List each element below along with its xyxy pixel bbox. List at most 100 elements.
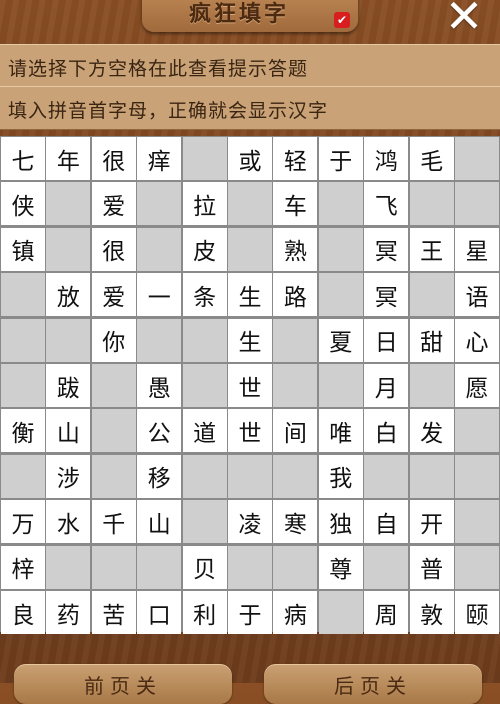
grid-cell-block[interactable] (182, 318, 227, 362)
grid-cell-letter[interactable]: 飞 (364, 182, 409, 226)
grid-cell-letter[interactable]: 道 (182, 409, 227, 453)
grid-cell-letter[interactable]: 月 (364, 364, 409, 407)
grid-cell-block[interactable] (409, 182, 454, 226)
grid-cell-letter[interactable]: 或 (228, 137, 272, 180)
grid-cell-letter[interactable]: 涉 (46, 454, 91, 498)
grid-cell-block[interactable] (228, 545, 272, 589)
grid-cell-letter[interactable]: 凌 (228, 500, 272, 544)
grid-cell-letter[interactable]: 王 (409, 227, 454, 271)
grid-cell-letter[interactable]: 夏 (318, 318, 363, 362)
grid-cell-letter[interactable]: 愚 (137, 364, 182, 407)
grid-cell-letter[interactable]: 于 (318, 137, 363, 180)
grid-cell-letter[interactable]: 冥 (364, 227, 409, 271)
grid-cell-block[interactable] (46, 545, 91, 589)
grid-cell-letter[interactable]: 发 (409, 409, 454, 453)
grid-cell-letter[interactable]: 山 (137, 500, 182, 544)
grid-cell-letter[interactable]: 车 (273, 182, 318, 226)
grid-cell-block[interactable] (1, 364, 45, 407)
grid-cell-block[interactable] (364, 454, 409, 498)
grid-cell-letter[interactable]: 日 (364, 318, 409, 362)
grid-cell-block[interactable] (273, 454, 318, 498)
grid-cell-letter[interactable]: 镇 (1, 227, 45, 271)
grid-cell-letter[interactable]: 毛 (409, 137, 454, 180)
grid-cell-letter[interactable]: 间 (273, 409, 318, 453)
grid-cell-block[interactable] (91, 409, 136, 453)
grid-cell-block[interactable] (318, 227, 363, 271)
grid-cell-block[interactable] (455, 500, 499, 544)
grid-cell-block[interactable] (228, 182, 272, 226)
grid-cell-letter[interactable]: 路 (273, 273, 318, 317)
grid-cell-letter[interactable]: 语 (455, 273, 499, 317)
grid-cell-block[interactable] (273, 364, 318, 407)
grid-cell-letter[interactable]: 痒 (137, 137, 182, 180)
grid-cell-block[interactable] (182, 137, 227, 180)
grid-cell-letter[interactable]: 水 (46, 500, 91, 544)
grid-cell-letter[interactable]: 一 (137, 273, 182, 317)
grid-cell-block[interactable] (455, 545, 499, 589)
grid-cell-block[interactable] (137, 182, 182, 226)
grid-cell-block[interactable] (46, 318, 91, 362)
grid-cell-letter[interactable]: 山 (46, 409, 91, 453)
grid-cell-letter[interactable]: 千 (91, 500, 136, 544)
grid-cell-block[interactable] (318, 182, 363, 226)
grid-cell-letter[interactable]: 放 (46, 273, 91, 317)
grid-cell-letter[interactable]: 药 (46, 591, 91, 634)
grid-cell-block[interactable] (318, 591, 363, 634)
grid-cell-block[interactable] (137, 545, 182, 589)
grid-cell-letter[interactable]: 很 (91, 137, 136, 180)
grid-cell-block[interactable] (318, 364, 363, 407)
grid-cell-letter[interactable]: 贝 (182, 545, 227, 589)
grid-cell-block[interactable] (182, 364, 227, 407)
grid-cell-letter[interactable]: 尊 (318, 545, 363, 589)
grid-cell-block[interactable] (364, 545, 409, 589)
grid-cell-block[interactable] (318, 273, 363, 317)
grid-cell-letter[interactable]: 普 (409, 545, 454, 589)
grid-cell-letter[interactable]: 生 (228, 273, 272, 317)
grid-cell-letter[interactable]: 星 (455, 227, 499, 271)
grid-cell-letter[interactable]: 你 (91, 318, 136, 362)
grid-cell-letter[interactable]: 心 (455, 318, 499, 362)
grid-cell-letter[interactable]: 病 (273, 591, 318, 634)
grid-cell-block[interactable] (91, 454, 136, 498)
grid-cell-block[interactable] (273, 318, 318, 362)
grid-cell-block[interactable] (409, 364, 454, 407)
grid-cell-letter[interactable]: 苦 (91, 591, 136, 634)
grid-cell-block[interactable] (455, 409, 499, 453)
grid-cell-letter[interactable]: 拉 (182, 182, 227, 226)
grid-cell-letter[interactable]: 条 (182, 273, 227, 317)
grid-cell-letter[interactable]: 爱 (91, 182, 136, 226)
grid-cell-block[interactable] (1, 273, 45, 317)
grid-cell-letter[interactable]: 七 (1, 137, 45, 180)
close-button[interactable]: ✕ (438, 0, 490, 39)
grid-cell-letter[interactable]: 利 (182, 591, 227, 634)
grid-cell-block[interactable] (137, 318, 182, 362)
grid-cell-letter[interactable]: 轻 (273, 137, 318, 180)
grid-cell-letter[interactable]: 开 (409, 500, 454, 544)
grid-cell-letter[interactable]: 万 (1, 500, 45, 544)
grid-cell-block[interactable] (91, 545, 136, 589)
grid-cell-letter[interactable]: 甜 (409, 318, 454, 362)
grid-cell-block[interactable] (409, 454, 454, 498)
grid-cell-block[interactable] (46, 227, 91, 271)
grid-cell-letter[interactable]: 良 (1, 591, 45, 634)
grid-cell-block[interactable] (137, 227, 182, 271)
grid-cell-letter[interactable]: 跋 (46, 364, 91, 407)
grid-cell-letter[interactable]: 口 (137, 591, 182, 634)
grid-cell-letter[interactable]: 自 (364, 500, 409, 544)
grid-cell-letter[interactable]: 熟 (273, 227, 318, 271)
grid-cell-block[interactable] (46, 182, 91, 226)
grid-cell-letter[interactable]: 侠 (1, 182, 45, 226)
grid-cell-letter[interactable]: 移 (137, 454, 182, 498)
grid-cell-letter[interactable]: 寒 (273, 500, 318, 544)
grid-cell-block[interactable] (91, 364, 136, 407)
grid-cell-letter[interactable]: 鸿 (364, 137, 409, 180)
grid-cell-block[interactable] (455, 137, 499, 180)
grid-cell-block[interactable] (182, 454, 227, 498)
grid-cell-block[interactable] (228, 454, 272, 498)
grid-cell-letter[interactable]: 皮 (182, 227, 227, 271)
grid-cell-block[interactable] (228, 227, 272, 271)
grid-cell-letter[interactable]: 唯 (318, 409, 363, 453)
grid-cell-letter[interactable]: 世 (228, 409, 272, 453)
grid-cell-block[interactable] (1, 454, 45, 498)
grid-cell-letter[interactable]: 梓 (1, 545, 45, 589)
